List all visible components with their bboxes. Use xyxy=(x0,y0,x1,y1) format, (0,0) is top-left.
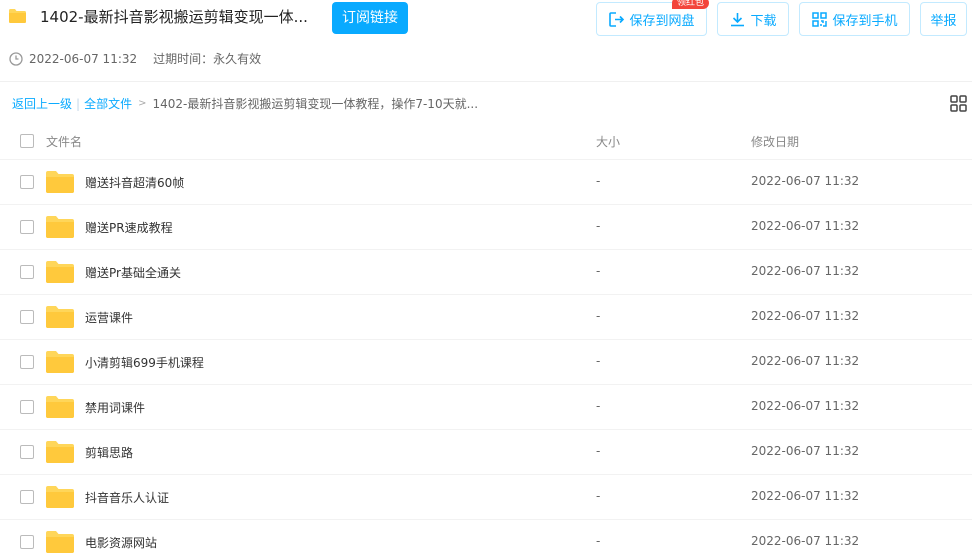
table-row[interactable]: 抖音音乐人认证 - 2022-06-07 11:32 xyxy=(0,475,972,520)
file-size: - xyxy=(596,489,601,503)
file-size: - xyxy=(596,264,601,278)
file-name[interactable]: 剪辑思路 xyxy=(85,444,133,461)
save-to-pan-button[interactable]: 保存到网盘 领红包 xyxy=(596,0,709,36)
row-checkbox[interactable] xyxy=(20,310,34,324)
save-to-phone-label: 保存到手机 xyxy=(832,13,898,29)
share-header: 1402-最新抖音影视搬运剪辑变现一体... 订阅链接 保存到网盘 领红包 下载… xyxy=(0,0,972,82)
file-date: 2022-06-07 11:32 xyxy=(751,219,860,233)
file-size: - xyxy=(596,309,601,323)
expire-text: 过期时间：永久有效 xyxy=(153,52,262,66)
column-header-name[interactable]: 文件名 xyxy=(46,133,82,150)
row-checkbox[interactable] xyxy=(20,220,34,234)
grid-view-icon[interactable] xyxy=(950,95,967,112)
file-name[interactable]: 运营课件 xyxy=(85,309,133,326)
row-checkbox[interactable] xyxy=(20,445,34,459)
download-label: 下载 xyxy=(750,13,777,29)
file-date: 2022-06-07 11:32 xyxy=(751,489,860,503)
share-title: 1402-最新抖音影视搬运剪辑变现一体... xyxy=(40,8,308,26)
row-checkbox[interactable] xyxy=(20,535,34,549)
folder-icon xyxy=(46,441,74,463)
column-header-date[interactable]: 修改日期 xyxy=(751,133,799,150)
folder-icon xyxy=(46,216,74,238)
phone-icon xyxy=(812,11,828,27)
table-row[interactable]: 赠送抖音超清60帧 - 2022-06-07 11:32 xyxy=(0,160,972,205)
table-row[interactable]: 电影资源网站 - 2022-06-07 11:32 xyxy=(0,520,972,557)
file-name[interactable]: 禁用词课件 xyxy=(85,399,145,416)
red-packet-badge: 领红包 xyxy=(671,0,709,9)
folder-icon xyxy=(46,396,74,418)
file-size: - xyxy=(596,399,601,413)
folder-icon xyxy=(46,171,74,193)
file-date: 2022-06-07 11:32 xyxy=(751,399,860,413)
download-button[interactable]: 下载 xyxy=(717,2,789,36)
column-header-size[interactable]: 大小 xyxy=(596,133,620,150)
file-date: 2022-06-07 11:32 xyxy=(751,174,860,188)
breadcrumb-arrow: > xyxy=(138,98,147,109)
share-meta: 2022-06-07 11:32 过期时间：永久有效 xyxy=(9,50,261,67)
subscribe-link-button[interactable]: 订阅链接 xyxy=(332,2,408,34)
breadcrumb-current: 1402-最新抖音影视搬运剪辑变现一体教程，操作7-10天就... xyxy=(152,97,479,111)
file-date: 2022-06-07 11:32 xyxy=(751,309,860,323)
row-checkbox[interactable] xyxy=(20,265,34,279)
file-name[interactable]: 抖音音乐人认证 xyxy=(85,489,169,506)
folder-icon xyxy=(46,486,74,508)
table-row[interactable]: 赠送PR速成教程 - 2022-06-07 11:32 xyxy=(0,205,972,250)
row-checkbox[interactable] xyxy=(20,175,34,189)
breadcrumb: 返回上一级 | 全部文件 > 1402-最新抖音影视搬运剪辑变现一体教程，操作7… xyxy=(12,95,478,112)
row-checkbox[interactable] xyxy=(20,400,34,414)
file-name[interactable]: 赠送PR速成教程 xyxy=(85,219,173,236)
table-row[interactable]: 赠送Pr基础全通关 - 2022-06-07 11:32 xyxy=(0,250,972,295)
file-size: - xyxy=(596,444,601,458)
breadcrumb-separator: | xyxy=(76,96,81,111)
breadcrumb-all-files[interactable]: 全部文件 xyxy=(84,95,132,112)
folder-icon xyxy=(46,306,74,328)
row-checkbox[interactable] xyxy=(20,490,34,504)
file-size: - xyxy=(596,219,601,233)
file-date: 2022-06-07 11:32 xyxy=(751,444,860,458)
download-icon xyxy=(731,12,745,26)
file-name[interactable]: 赠送抖音超清60帧 xyxy=(85,174,184,191)
table-row[interactable]: 小清剪辑699手机课程 - 2022-06-07 11:32 xyxy=(0,340,972,385)
file-date: 2022-06-07 11:32 xyxy=(751,264,860,278)
report-button[interactable]: 举报 xyxy=(920,2,967,36)
save-to-phone-button[interactable]: 保存到手机 xyxy=(799,2,910,36)
file-name[interactable]: 小清剪辑699手机课程 xyxy=(85,354,204,371)
breadcrumb-back[interactable]: 返回上一级 xyxy=(12,95,72,112)
file-date: 2022-06-07 11:32 xyxy=(751,354,860,368)
clock-icon xyxy=(9,51,23,66)
folder-icon xyxy=(46,531,74,553)
save-to-pan-label: 保存到网盘 xyxy=(629,13,695,29)
file-table-header: 文件名 大小 修改日期 xyxy=(0,121,972,160)
table-row[interactable]: 运营课件 - 2022-06-07 11:32 xyxy=(0,295,972,340)
file-name[interactable]: 赠送Pr基础全通关 xyxy=(85,264,181,281)
table-row[interactable]: 剪辑思路 - 2022-06-07 11:32 xyxy=(0,430,972,475)
file-size: - xyxy=(596,174,601,188)
table-row[interactable]: 禁用词课件 - 2022-06-07 11:32 xyxy=(0,385,972,430)
select-all-checkbox[interactable] xyxy=(20,134,34,148)
folder-icon xyxy=(9,9,26,23)
file-size: - xyxy=(596,354,601,368)
folder-icon xyxy=(46,261,74,283)
share-date: 2022-06-07 11:32 xyxy=(29,51,138,66)
row-checkbox[interactable] xyxy=(20,355,34,369)
file-size: - xyxy=(596,534,601,548)
folder-icon xyxy=(46,351,74,373)
file-name[interactable]: 电影资源网站 xyxy=(85,534,157,551)
save-to-pan-icon xyxy=(609,11,625,27)
file-date: 2022-06-07 11:32 xyxy=(751,534,860,548)
